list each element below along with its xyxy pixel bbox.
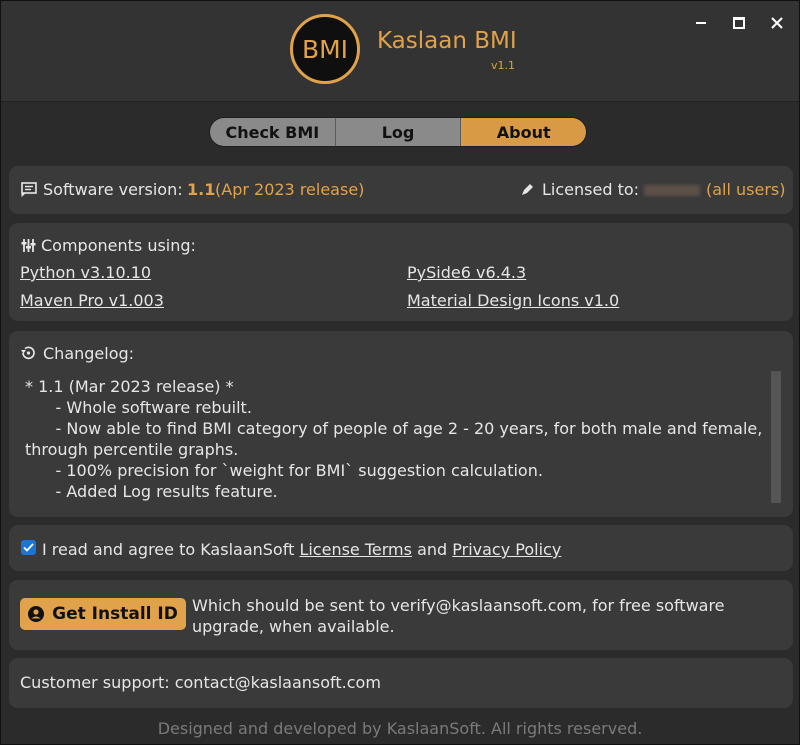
license-scope: (all users) — [706, 180, 786, 199]
install-panel: Get Install ID Which should be sent to v… — [9, 580, 793, 650]
pen-icon — [522, 184, 533, 195]
maximize-button[interactable] — [727, 11, 751, 35]
software-release: (Apr 2023 release) — [215, 180, 365, 199]
changelog-panel: Changelog: * 1.1 (Mar 2023 release) * - … — [9, 331, 793, 517]
close-button[interactable] — [765, 11, 789, 35]
notes-icon — [21, 182, 37, 197]
title-bar[interactable]: BMI Kaslaan BMI v1.1 — [1, 1, 799, 101]
close-icon — [771, 17, 783, 29]
title-divider — [1, 101, 799, 102]
customer-support-text: Customer support: contact@kaslaansoft.co… — [20, 673, 381, 692]
app-logo: BMI — [290, 14, 360, 84]
components-title: Components using: — [41, 236, 196, 255]
tab-about[interactable]: About — [461, 118, 586, 146]
agreement-and: and — [417, 540, 448, 559]
changelog-text: * 1.1 (Mar 2023 release) * - Whole softw… — [25, 377, 763, 501]
app-name: Kaslaan BMI — [377, 28, 517, 54]
app-version: v1.1 — [491, 59, 516, 72]
logo-text: BMI — [301, 34, 349, 64]
account-icon — [28, 606, 45, 622]
licensed-to-label: Licensed to: — [542, 180, 640, 199]
footer-text: Designed and developed by KaslaanSoft. A… — [157, 719, 643, 738]
maximize-icon — [733, 17, 745, 29]
component-link-pyside6[interactable]: PySide6 v6.4.3 — [407, 263, 526, 282]
privacy-policy-link[interactable]: Privacy Policy — [452, 540, 561, 559]
install-description: Which should be sent to verify@kaslaanso… — [192, 596, 725, 636]
check-icon — [23, 543, 34, 552]
component-link-maven-pro[interactable]: Maven Pro v1.003 — [20, 291, 164, 310]
changelog-scrollbar-thumb[interactable] — [771, 371, 781, 503]
agreement-panel: I read and agree to KaslaanSoft License … — [9, 525, 793, 571]
history-icon — [21, 346, 35, 360]
component-link-python[interactable]: Python v3.10.10 — [20, 263, 151, 282]
get-install-id-button[interactable]: Get Install ID — [20, 598, 186, 630]
tab-bar: Check BMI Log About — [209, 117, 587, 147]
get-install-id-label: Get Install ID — [52, 604, 178, 624]
components-panel: Components using: Python v3.10.10 PySide… — [9, 223, 793, 321]
support-panel: Customer support: contact@kaslaansoft.co… — [9, 658, 793, 708]
agreement-prefix: I read and agree to KaslaanSoft — [42, 540, 295, 559]
tab-check-bmi[interactable]: Check BMI — [210, 118, 336, 146]
software-version-label: Software version: — [43, 180, 183, 199]
minimize-button[interactable] — [689, 11, 713, 35]
tune-icon — [21, 239, 36, 252]
minimize-icon — [696, 22, 706, 24]
changelog-title: Changelog: — [43, 344, 135, 363]
version-panel: Software version: 1.1 (Apr 2023 release)… — [9, 166, 793, 214]
software-version-number: 1.1 — [187, 180, 216, 199]
license-terms-link[interactable]: License Terms — [299, 540, 412, 559]
tab-log[interactable]: Log — [335, 118, 462, 146]
agreement-text: I read and agree to KaslaanSoft License … — [42, 540, 561, 559]
app-window: BMI Kaslaan BMI v1.1 Check BMI Log About… — [0, 0, 800, 745]
agree-checkbox[interactable] — [21, 540, 36, 555]
licensee-redacted — [644, 185, 700, 196]
component-link-material-icons[interactable]: Material Design Icons v1.0 — [407, 291, 619, 310]
